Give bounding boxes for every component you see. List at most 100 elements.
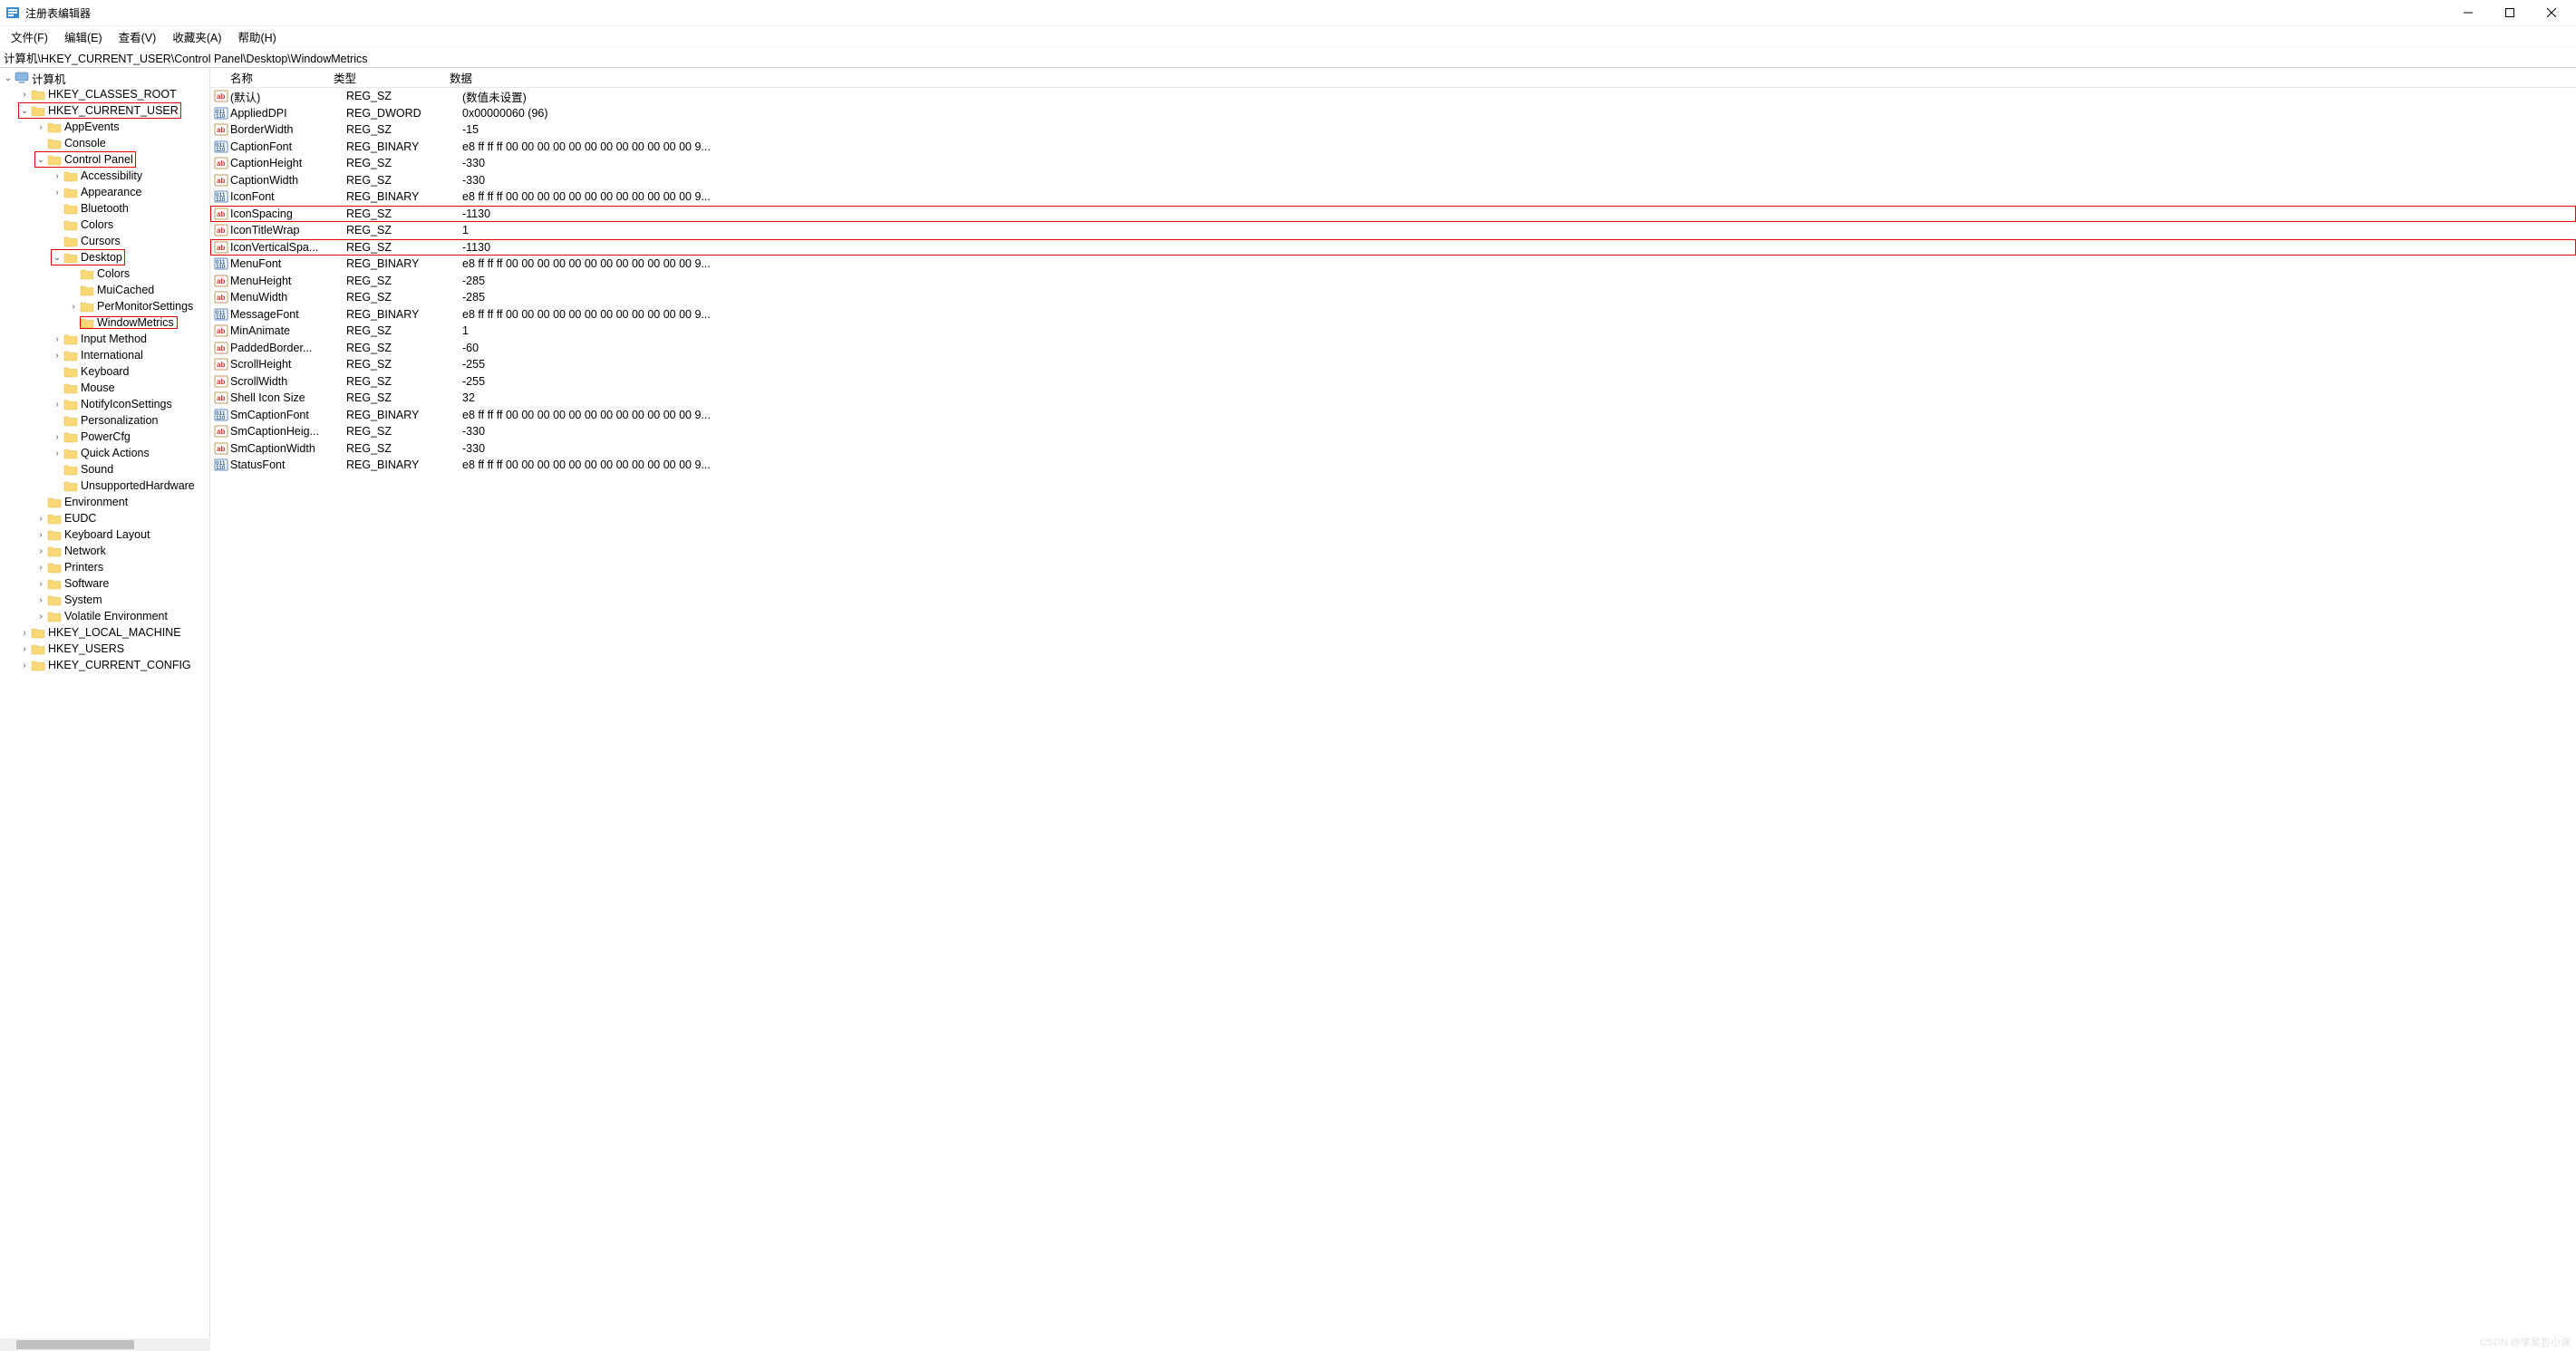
tree-item[interactable]: ›Printers bbox=[0, 559, 209, 575]
value-row[interactable]: abPaddedBorder...REG_SZ-60 bbox=[210, 340, 2576, 357]
value-row[interactable]: 011110MenuFontREG_BINARYe8 ff ff ff 00 0… bbox=[210, 256, 2576, 273]
address-bar[interactable]: 计算机\HKEY_CURRENT_USER\Control Panel\Desk… bbox=[0, 48, 2576, 68]
chevron-right-icon[interactable]: › bbox=[51, 449, 63, 458]
value-row[interactable]: ab(默认)REG_SZ(数值未设置) bbox=[210, 88, 2576, 105]
chevron-right-icon[interactable]: › bbox=[18, 661, 31, 671]
tree-item[interactable]: ›HKEY_CLASSES_ROOT bbox=[0, 86, 209, 102]
chevron-right-icon[interactable]: › bbox=[34, 546, 47, 556]
value-row[interactable]: abBorderWidthREG_SZ-15 bbox=[210, 121, 2576, 139]
tree-item[interactable]: ›Input Method bbox=[0, 331, 209, 347]
tree-item[interactable]: Mouse bbox=[0, 380, 209, 396]
tree-item[interactable]: WindowMetrics bbox=[0, 314, 209, 331]
tree-item[interactable]: ›Quick Actions bbox=[0, 445, 209, 461]
close-button[interactable] bbox=[2531, 0, 2572, 26]
value-row[interactable]: 011110IconFontREG_BINARYe8 ff ff ff 00 0… bbox=[210, 188, 2576, 206]
chevron-right-icon[interactable]: › bbox=[34, 122, 47, 132]
value-row[interactable]: abShell Icon SizeREG_SZ32 bbox=[210, 390, 2576, 407]
tree-root[interactable]: ⌄ 计算机 bbox=[0, 70, 209, 86]
col-name[interactable]: 名称 bbox=[210, 69, 328, 86]
menu-view[interactable]: 查看(V) bbox=[111, 26, 164, 47]
tree-item[interactable]: Keyboard bbox=[0, 363, 209, 380]
tree-item[interactable]: Bluetooth bbox=[0, 200, 209, 217]
chevron-right-icon[interactable]: › bbox=[51, 351, 63, 361]
tree-item[interactable]: ⌄Control Panel bbox=[0, 151, 209, 168]
value-row[interactable]: abCaptionWidthREG_SZ-330 bbox=[210, 172, 2576, 189]
menu-file[interactable]: 文件(F) bbox=[4, 26, 55, 47]
tree-item-selected[interactable]: WindowMetrics bbox=[80, 316, 178, 329]
chevron-down-icon[interactable]: ⌄ bbox=[2, 73, 15, 83]
menu-edit[interactable]: 编辑(E) bbox=[57, 26, 110, 47]
chevron-right-icon[interactable]: › bbox=[34, 563, 47, 573]
tree-item[interactable]: ›Software bbox=[0, 575, 209, 592]
tree-item[interactable]: ›HKEY_USERS bbox=[0, 641, 209, 657]
tree-item[interactable]: ›Keyboard Layout bbox=[0, 526, 209, 543]
tree-item-highlight[interactable]: ⌄Desktop bbox=[51, 249, 125, 265]
minimize-button[interactable] bbox=[2447, 0, 2489, 26]
value-row[interactable]: abScrollWidthREG_SZ-255 bbox=[210, 373, 2576, 391]
tree-item[interactable]: ›EUDC bbox=[0, 510, 209, 526]
chevron-right-icon[interactable]: › bbox=[18, 90, 31, 100]
tree-item[interactable]: ›AppEvents bbox=[0, 119, 209, 135]
value-row[interactable]: abScrollHeightREG_SZ-255 bbox=[210, 356, 2576, 373]
chevron-right-icon[interactable]: › bbox=[34, 612, 47, 622]
scrollbar-thumb[interactable] bbox=[16, 1340, 134, 1349]
tree-item[interactable]: ›PerMonitorSettings bbox=[0, 298, 209, 314]
tree-item[interactable]: UnsupportedHardware bbox=[0, 478, 209, 494]
values-pane[interactable]: 名称 类型 数据 ab(默认)REG_SZ(数值未设置)011110Applie… bbox=[210, 68, 2576, 1351]
chevron-right-icon[interactable]: › bbox=[51, 188, 63, 198]
col-type[interactable]: 类型 bbox=[328, 69, 444, 86]
tree-item[interactable]: Colors bbox=[0, 265, 209, 282]
tree-item-highlight[interactable]: ⌄Control Panel bbox=[34, 151, 136, 168]
tree-item[interactable]: ›International bbox=[0, 347, 209, 363]
value-row[interactable]: 011110CaptionFontREG_BINARYe8 ff ff ff 0… bbox=[210, 139, 2576, 156]
tree-item[interactable]: ⌄Desktop bbox=[0, 249, 209, 265]
tree-item[interactable]: ›Appearance bbox=[0, 184, 209, 200]
tree-scrollbar[interactable] bbox=[0, 1338, 210, 1351]
chevron-right-icon[interactable]: › bbox=[51, 400, 63, 410]
value-row[interactable]: 011110SmCaptionFontREG_BINARYe8 ff ff ff… bbox=[210, 407, 2576, 424]
tree-item[interactable]: ›Accessibility bbox=[0, 168, 209, 184]
chevron-down-icon[interactable]: ⌄ bbox=[34, 155, 47, 165]
value-row[interactable]: abIconTitleWrapREG_SZ1 bbox=[210, 222, 2576, 239]
value-row[interactable]: abMenuHeightREG_SZ-285 bbox=[210, 273, 2576, 290]
value-row[interactable]: abMenuWidthREG_SZ-285 bbox=[210, 289, 2576, 306]
chevron-down-icon[interactable]: ⌄ bbox=[18, 106, 31, 116]
value-row[interactable]: abCaptionHeightREG_SZ-330 bbox=[210, 155, 2576, 172]
tree-item[interactable]: ›NotifyIconSettings bbox=[0, 396, 209, 412]
value-row[interactable]: 011110AppliedDPIREG_DWORD0x00000060 (96) bbox=[210, 105, 2576, 122]
chevron-down-icon[interactable]: ⌄ bbox=[51, 253, 63, 263]
chevron-right-icon[interactable]: › bbox=[34, 579, 47, 589]
list-header[interactable]: 名称 类型 数据 bbox=[210, 68, 2576, 88]
tree-item[interactable]: ›Volatile Environment bbox=[0, 608, 209, 624]
value-row[interactable]: 011110MessageFontREG_BINARYe8 ff ff ff 0… bbox=[210, 306, 2576, 323]
chevron-right-icon[interactable]: › bbox=[18, 628, 31, 638]
maximize-button[interactable] bbox=[2489, 0, 2531, 26]
tree-item[interactable]: Environment bbox=[0, 494, 209, 510]
value-row[interactable]: abSmCaptionWidthREG_SZ-330 bbox=[210, 440, 2576, 458]
chevron-right-icon[interactable]: › bbox=[51, 432, 63, 442]
tree-item[interactable]: ›HKEY_CURRENT_CONFIG bbox=[0, 657, 209, 673]
chevron-right-icon[interactable]: › bbox=[34, 530, 47, 540]
chevron-right-icon[interactable]: › bbox=[18, 644, 31, 654]
tree-item[interactable]: ›Network bbox=[0, 543, 209, 559]
value-row[interactable]: abIconVerticalSpa...REG_SZ-1130 bbox=[210, 239, 2576, 256]
chevron-right-icon[interactable]: › bbox=[67, 302, 80, 312]
value-row[interactable]: abSmCaptionHeig...REG_SZ-330 bbox=[210, 423, 2576, 440]
tree-item[interactable]: ›PowerCfg bbox=[0, 429, 209, 445]
tree-item-highlight[interactable]: ⌄HKEY_CURRENT_USER bbox=[18, 102, 181, 119]
value-row[interactable]: abIconSpacingREG_SZ-1130 bbox=[210, 206, 2576, 223]
chevron-right-icon[interactable]: › bbox=[51, 171, 63, 181]
value-row[interactable]: 011110StatusFontREG_BINARYe8 ff ff ff 00… bbox=[210, 457, 2576, 474]
menu-help[interactable]: 帮助(H) bbox=[230, 26, 283, 47]
menu-favorites[interactable]: 收藏夹(A) bbox=[165, 26, 228, 47]
tree-item[interactable]: MuiCached bbox=[0, 282, 209, 298]
chevron-right-icon[interactable]: › bbox=[34, 514, 47, 524]
tree-item[interactable]: ›HKEY_LOCAL_MACHINE bbox=[0, 624, 209, 641]
tree-item[interactable]: Sound bbox=[0, 461, 209, 478]
tree-pane[interactable]: ⌄ 计算机 ›HKEY_CLASSES_ROOT⌄HKEY_CURRENT_US… bbox=[0, 68, 210, 1351]
tree-item[interactable]: ›System bbox=[0, 592, 209, 608]
tree-item[interactable]: ⌄HKEY_CURRENT_USER bbox=[0, 102, 209, 119]
tree-item[interactable]: Personalization bbox=[0, 412, 209, 429]
tree-item[interactable]: Colors bbox=[0, 217, 209, 233]
tree-item[interactable]: Console bbox=[0, 135, 209, 151]
